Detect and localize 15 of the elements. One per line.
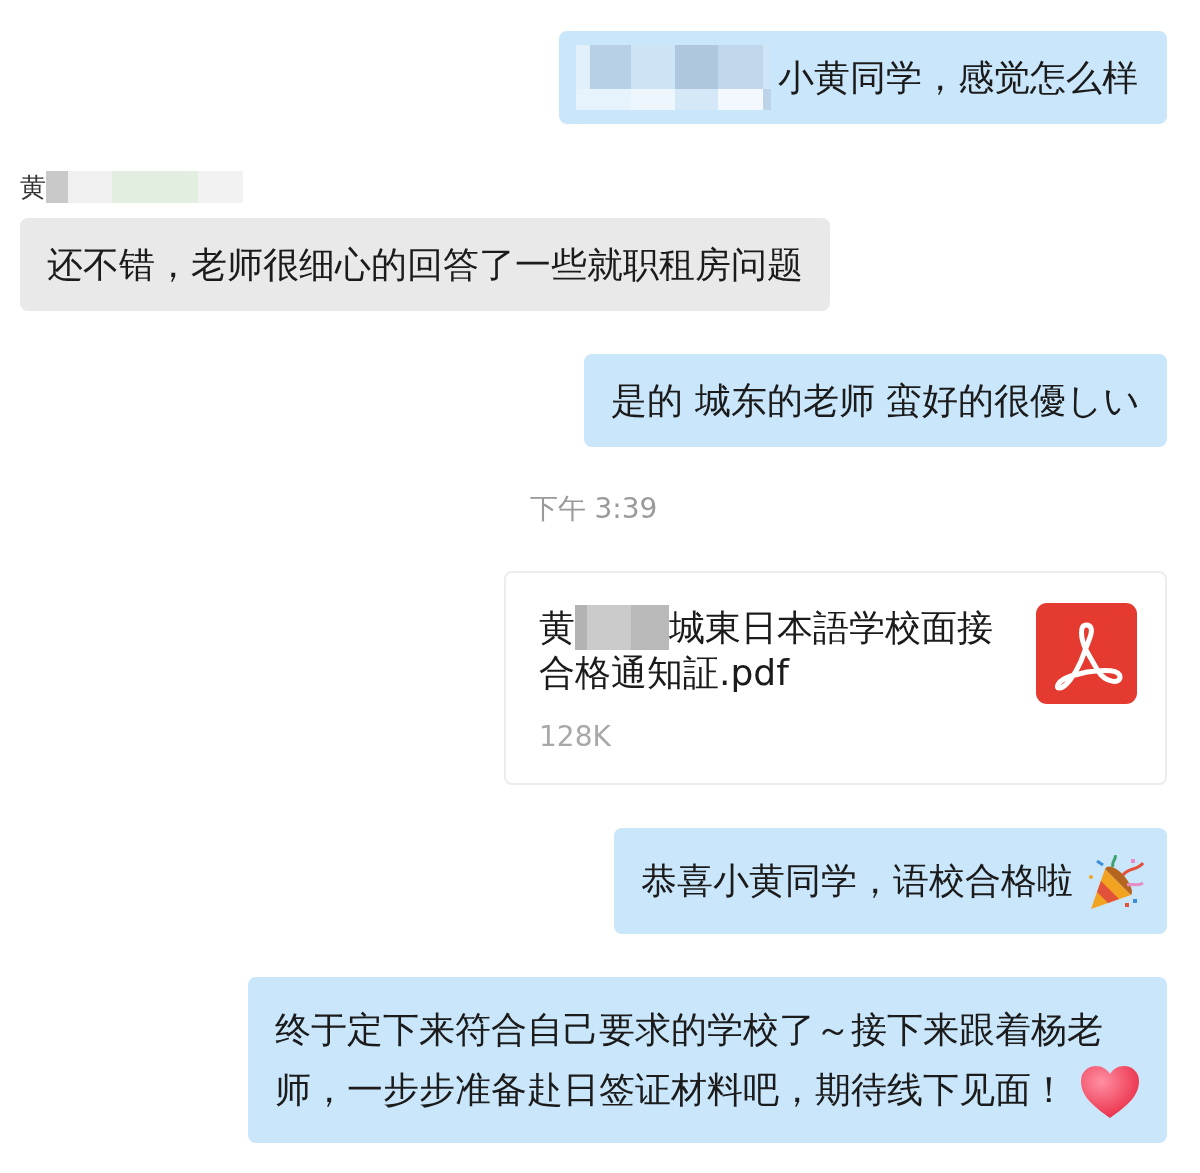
message-text: 终于定下来符合自己要求的学校了～接下来跟着杨老师，一步步准备赴日签证材料吧，期待线下见面！ bbox=[275, 1009, 1103, 1110]
sender-name: 黄 bbox=[20, 171, 46, 203]
file-name: 合格通知証.pdf bbox=[539, 651, 789, 695]
party-popper-icon bbox=[1087, 855, 1145, 911]
message-text: 还不错，老师很细心的回答了一些就职租房问题 bbox=[47, 244, 803, 285]
file-size: 128K bbox=[539, 719, 611, 755]
pdf-icon bbox=[1036, 603, 1137, 704]
timestamp: 下午 3:39 bbox=[529, 491, 658, 527]
message-text: 恭喜小黄同学，语校合格啦 bbox=[641, 860, 1073, 901]
heart-icon bbox=[1081, 1066, 1139, 1118]
message-text: 小黄同学，感觉怎么样 bbox=[778, 56, 1138, 100]
file-card[interactable]: 黄 城東日本語学校面接 合格通知証.pdf 128K bbox=[504, 571, 1167, 785]
message-text: 是的 城东的老师 蛮好的很優しい bbox=[611, 380, 1140, 421]
file-name: 黄 bbox=[539, 606, 575, 650]
file-name: 城東日本語学校面接 bbox=[669, 606, 993, 650]
